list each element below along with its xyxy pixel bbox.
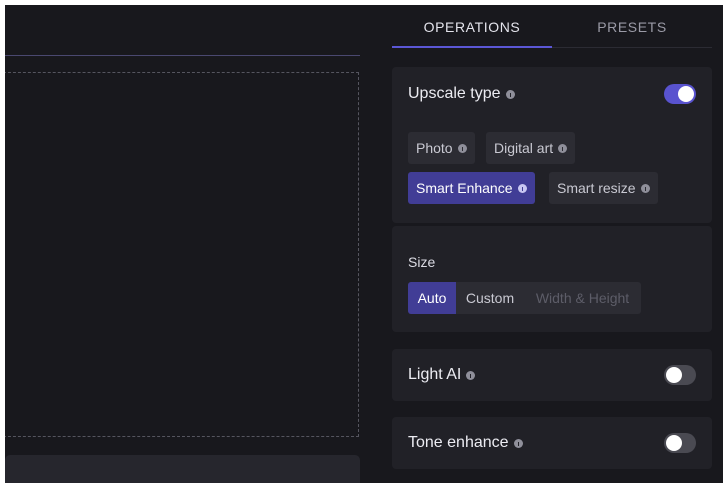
upscale-type-heading: Upscale type — [408, 85, 515, 103]
upscale-option-digital-art[interactable]: Digital art — [486, 132, 576, 164]
image-dropzone[interactable] — [5, 72, 359, 437]
info-icon[interactable] — [517, 183, 527, 193]
size-segmented-control: Auto Custom Width & Height — [408, 282, 641, 314]
tone-enhance-title: Tone enhance — [408, 434, 509, 451]
info-icon[interactable] — [558, 143, 568, 153]
canvas-top-divider — [5, 55, 360, 56]
info-icon[interactable] — [640, 183, 650, 193]
size-option-auto[interactable]: Auto — [408, 282, 456, 314]
size-option-width-height: Width & Height — [535, 290, 630, 306]
light-ai-panel: Light AI — [392, 349, 712, 401]
info-icon[interactable] — [513, 438, 523, 448]
chip-label: Photo — [416, 140, 453, 156]
tone-enhance-panel: Tone enhance — [392, 417, 712, 469]
size-label: Size — [408, 254, 436, 270]
upscale-type-panel: Upscale type Photo Digital art Smart Enh… — [392, 67, 712, 223]
tab-divider — [552, 47, 712, 48]
app-window: OPERATIONS PRESETS Upscale type Photo Di… — [5, 5, 723, 483]
chip-label: Smart resize — [557, 180, 636, 196]
upscale-option-smart-resize[interactable]: Smart resize — [549, 172, 658, 204]
active-tab-indicator — [392, 46, 552, 48]
size-panel: Size Auto Custom Width & Height — [392, 226, 712, 332]
tone-enhance-heading: Tone enhance — [408, 434, 523, 452]
tab-operations[interactable]: OPERATIONS — [392, 5, 552, 48]
upscale-type-toggle[interactable] — [664, 84, 696, 104]
tab-presets[interactable]: PRESETS — [552, 5, 712, 48]
info-icon[interactable] — [505, 89, 515, 99]
light-ai-title: Light AI — [408, 366, 462, 383]
chip-label: Digital art — [494, 140, 554, 156]
chip-label: Smart Enhance — [416, 180, 513, 196]
light-ai-heading: Light AI — [408, 366, 476, 384]
toggle-knob — [666, 435, 682, 451]
toggle-knob — [666, 367, 682, 383]
info-icon[interactable] — [466, 370, 476, 380]
upscale-option-smart-enhance[interactable]: Smart Enhance — [408, 172, 535, 204]
canvas-bottom-bar — [5, 455, 360, 483]
info-icon[interactable] — [457, 143, 467, 153]
upscale-option-photo[interactable]: Photo — [408, 132, 475, 164]
tone-enhance-toggle[interactable] — [664, 433, 696, 453]
size-option-custom[interactable]: Custom — [456, 282, 524, 314]
upscale-type-title: Upscale type — [408, 85, 501, 102]
toggle-knob — [678, 86, 694, 102]
light-ai-toggle[interactable] — [664, 365, 696, 385]
